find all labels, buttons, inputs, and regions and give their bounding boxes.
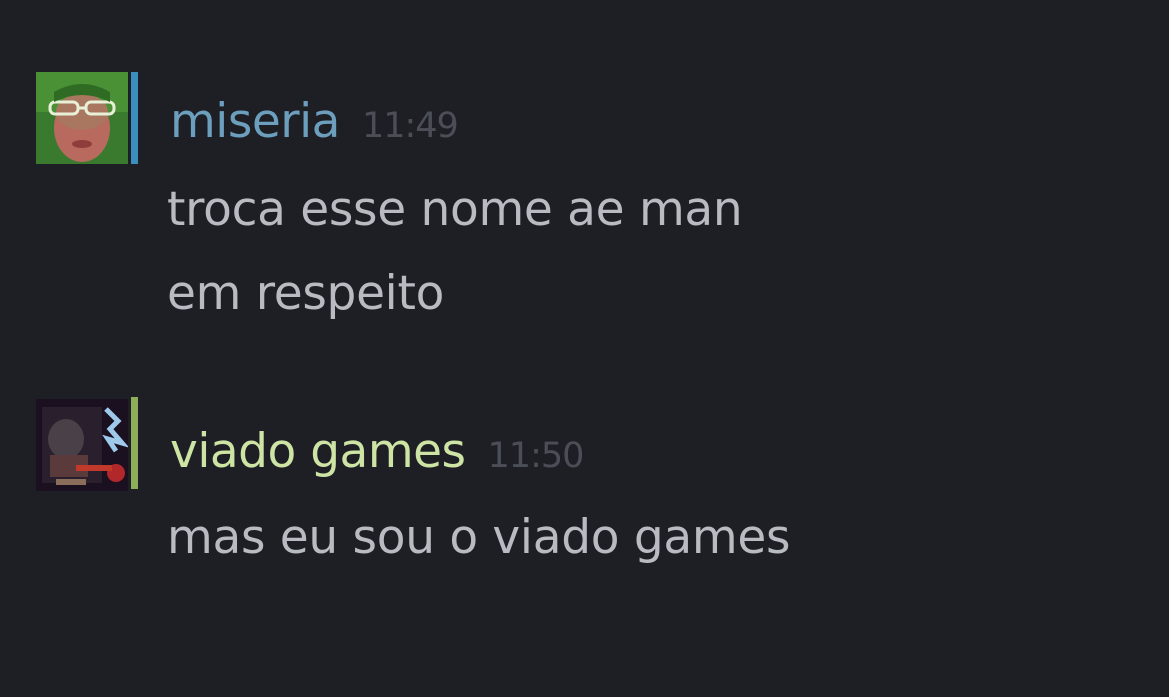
- username[interactable]: viado games: [170, 424, 466, 479]
- avatar-container[interactable]: [36, 397, 142, 491]
- chat-log: miseria 11:49 troca esse nome ae man em r…: [0, 0, 1169, 697]
- status-indicator: [131, 397, 138, 489]
- avatar-container[interactable]: [36, 72, 142, 164]
- message-header: viado games 11:50: [170, 424, 585, 479]
- status-indicator: [131, 72, 138, 164]
- username[interactable]: miseria: [170, 94, 340, 149]
- message-header: miseria 11:49: [170, 94, 459, 149]
- avatar-image: [36, 72, 128, 164]
- avatar[interactable]: [36, 399, 128, 491]
- message-text: mas eu sou o viado games: [167, 510, 791, 565]
- avatar[interactable]: [36, 72, 128, 164]
- avatar-image: [36, 399, 128, 491]
- message-text: troca esse nome ae man: [167, 182, 743, 237]
- timestamp: 11:50: [487, 436, 585, 476]
- message-text: em respeito: [167, 266, 445, 321]
- timestamp: 11:49: [361, 106, 459, 146]
